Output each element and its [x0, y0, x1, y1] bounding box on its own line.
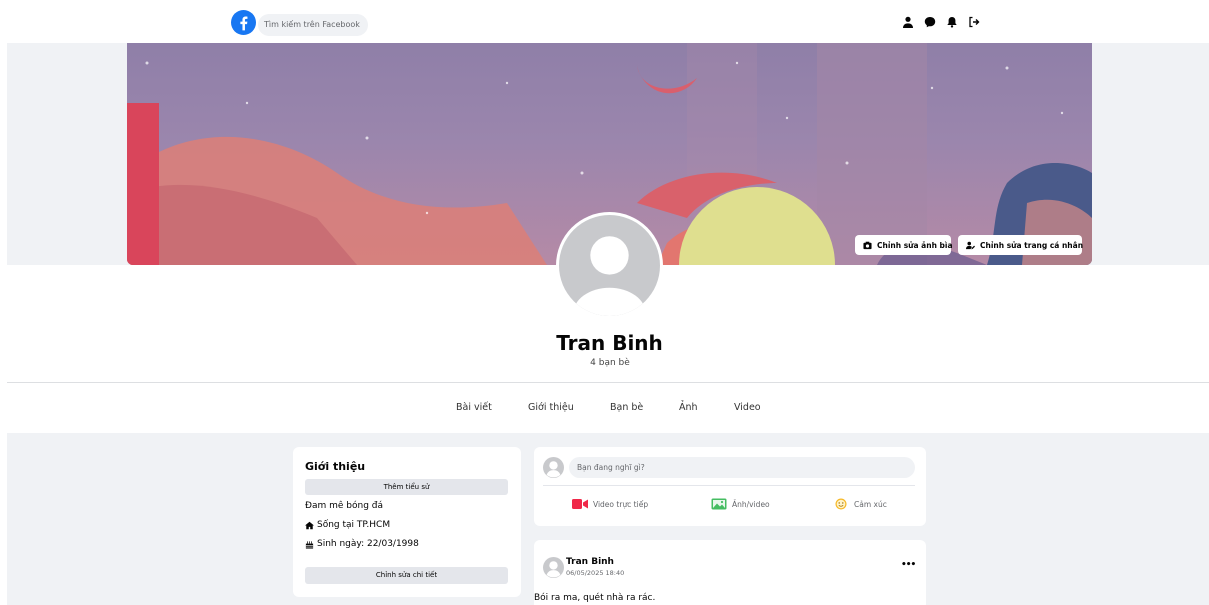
composer-avatar[interactable]	[543, 457, 564, 478]
post-author[interactable]: Tran Binh	[566, 557, 614, 567]
feeling-icon	[833, 498, 849, 510]
tab-videos[interactable]: Video	[734, 402, 761, 413]
intro-birthday: Sinh ngày: 22/03/1998	[305, 539, 419, 549]
post-card: Tran Binh 06/05/2025 18:40 ••• Bói ra ma…	[534, 540, 926, 605]
bio-text: Đam mê bóng đá	[305, 501, 384, 511]
lives-in-text: Sống tại TP.HCM	[317, 520, 391, 530]
post-composer: Bạn đang nghĩ gì? Video trực tiếp Ảnh/vi…	[534, 447, 926, 526]
feeling-label: Cảm xúc	[854, 499, 887, 509]
top-navbar: Tìm kiếm trên Facebook	[0, 0, 1209, 44]
photo-video-label: Ảnh/video	[732, 499, 770, 509]
photo-video-button[interactable]: Ảnh/video	[711, 498, 770, 510]
facebook-logo-icon[interactable]	[231, 10, 256, 35]
edit-cover-photo-label: Chỉnh sửa ảnh bìa	[877, 240, 953, 250]
post-author-avatar[interactable]	[543, 557, 564, 578]
edit-profile-button[interactable]: Chỉnh sửa trang cá nhân	[958, 235, 1084, 255]
feeling-button[interactable]: Cảm xúc	[833, 498, 887, 510]
photo-icon	[711, 498, 727, 510]
more-options-icon[interactable]: •••	[901, 560, 916, 570]
add-bio-button[interactable]: Thêm tiểu sử	[305, 479, 508, 495]
tab-photos[interactable]: Ảnh	[679, 402, 698, 413]
profile-avatar[interactable]	[556, 212, 663, 319]
edit-cover-photo-button[interactable]: Chỉnh sửa ảnh bìa	[855, 235, 953, 255]
search-input[interactable]: Tìm kiếm trên Facebook	[258, 14, 368, 36]
intro-card: Giới thiệu Thêm tiểu sử Đam mê bóng đá S…	[293, 447, 521, 597]
intro-bio: Đam mê bóng đá	[305, 501, 383, 511]
live-video-label: Video trực tiếp	[593, 499, 649, 509]
post-timestamp[interactable]: 06/05/2025 18:40	[566, 569, 624, 577]
friends-count[interactable]: 4 bạn bè	[540, 358, 680, 368]
profile-name: Tran Binh	[556, 331, 663, 355]
person-icon[interactable]	[902, 16, 914, 28]
composer-divider	[543, 485, 915, 486]
live-video-icon	[572, 498, 588, 510]
post-text: Bói ra ma, quét nhà ra rác.	[534, 593, 656, 603]
tab-friends[interactable]: Bạn bè	[610, 402, 643, 413]
edit-user-icon	[966, 241, 975, 250]
messenger-icon[interactable]	[924, 16, 936, 28]
composer-input[interactable]: Bạn đang nghĩ gì?	[569, 457, 915, 478]
camera-icon	[863, 241, 872, 250]
home-icon	[305, 521, 314, 530]
live-video-button[interactable]: Video trực tiếp	[572, 498, 648, 510]
tab-about[interactable]: Giới thiệu	[528, 402, 574, 413]
profile-divider	[7, 382, 1209, 383]
cake-icon	[305, 540, 314, 549]
bell-icon[interactable]	[946, 16, 958, 28]
birthday-text: Sinh ngày: 22/03/1998	[317, 539, 419, 549]
edit-details-button[interactable]: Chỉnh sửa chi tiết	[305, 567, 508, 584]
tab-posts[interactable]: Bài viết	[456, 402, 492, 413]
intro-lives-in: Sống tại TP.HCM	[305, 520, 390, 530]
intro-title: Giới thiệu	[305, 460, 366, 473]
logout-icon[interactable]	[968, 16, 980, 28]
edit-profile-label: Chỉnh sửa trang cá nhân	[980, 240, 1084, 250]
